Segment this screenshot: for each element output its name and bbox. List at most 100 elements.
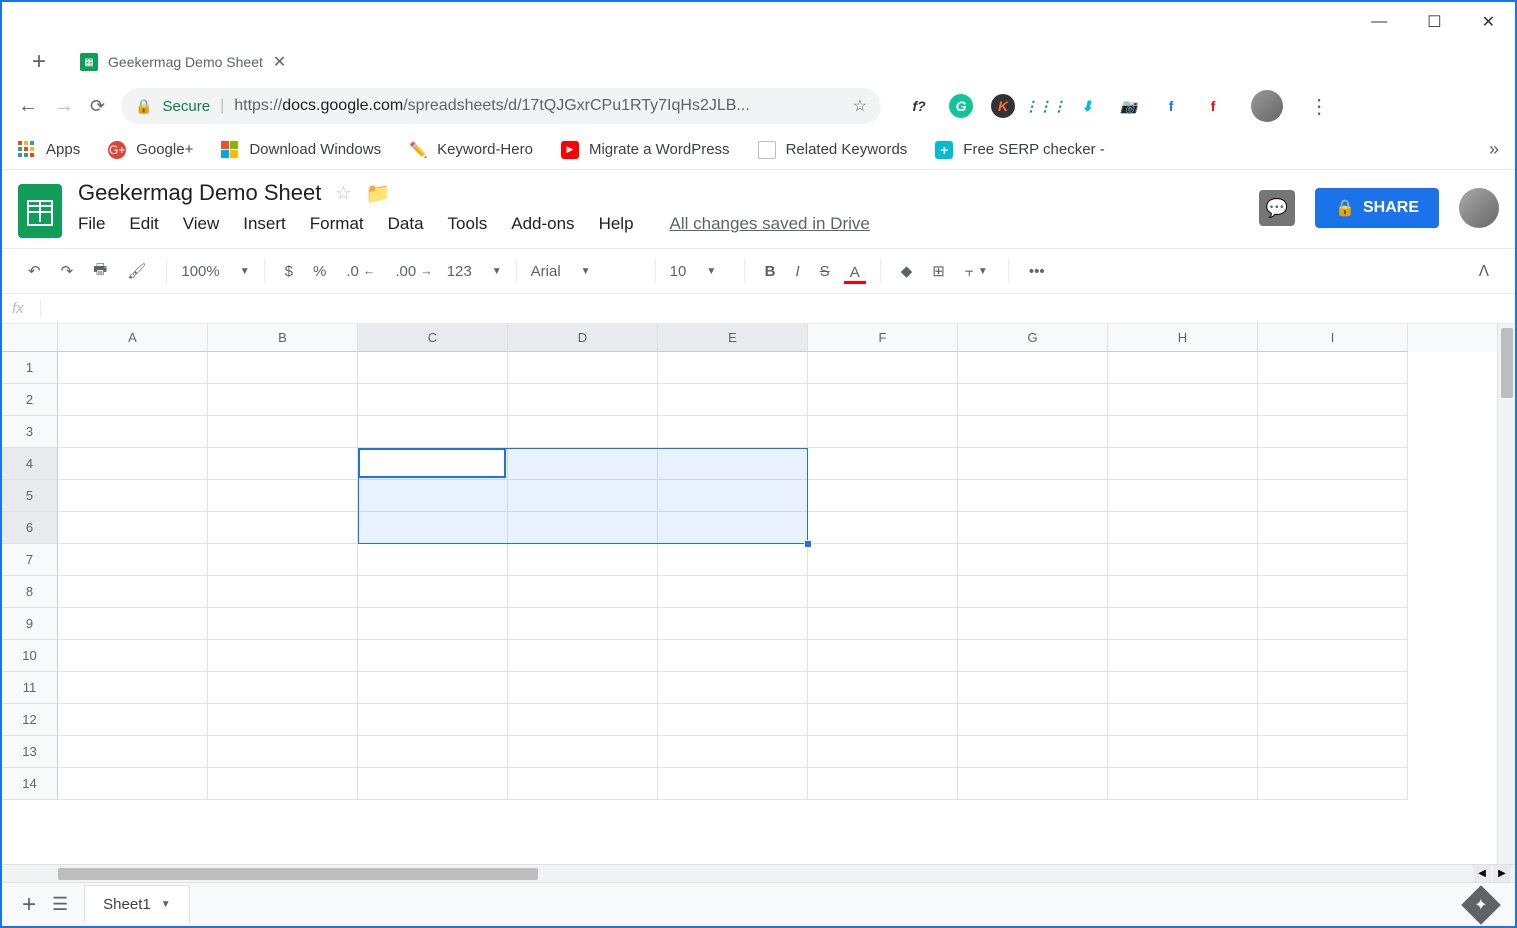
share-button[interactable]: 🔒 SHARE: [1315, 188, 1439, 228]
text-color-button[interactable]: A: [844, 258, 866, 284]
font-dropdown[interactable]: Arial ▼: [531, 263, 641, 280]
url-bar[interactable]: 🔒 Secure | https://docs.google.com/sprea…: [121, 88, 881, 124]
bookmark-related-keywords[interactable]: Related Keywords: [758, 141, 908, 159]
row-header-1[interactable]: 1: [2, 352, 58, 384]
browser-tab[interactable]: ▦ Geekermag Demo Sheet ✕: [66, 44, 300, 80]
menu-insert[interactable]: Insert: [243, 214, 286, 234]
row-header-6[interactable]: 6: [2, 512, 58, 544]
forward-button[interactable]: →: [54, 95, 74, 118]
scroll-left-button[interactable]: ◀: [1473, 865, 1491, 882]
bookmark-apps[interactable]: Apps: [18, 141, 80, 159]
download-extension-icon[interactable]: ⬇: [1075, 94, 1099, 118]
sheet-tab-1[interactable]: Sheet1 ▼: [84, 885, 189, 923]
currency-button[interactable]: $: [279, 257, 299, 286]
all-sheets-button[interactable]: ☰: [52, 894, 68, 915]
row-header-13[interactable]: 13: [2, 736, 58, 768]
number-format-dropdown[interactable]: 123 ▼: [447, 263, 502, 280]
bookmark-star-button[interactable]: ☆: [853, 96, 867, 116]
col-header-E[interactable]: E: [658, 324, 808, 352]
horizontal-scrollbar[interactable]: ◀ ▶: [2, 864, 1515, 882]
col-header-I[interactable]: I: [1258, 324, 1408, 352]
row-header-3[interactable]: 3: [2, 416, 58, 448]
col-header-D[interactable]: D: [508, 324, 658, 352]
horizontal-scroll-thumb[interactable]: [58, 868, 538, 880]
undo-button[interactable]: ↶: [22, 256, 47, 286]
row-header-10[interactable]: 10: [2, 640, 58, 672]
menu-format[interactable]: Format: [310, 214, 364, 234]
grammarly-extension-icon[interactable]: G: [949, 94, 973, 118]
zoom-dropdown[interactable]: 100% ▼: [181, 263, 249, 280]
whatfont-extension-icon[interactable]: f?: [907, 94, 931, 118]
document-title[interactable]: Geekermag Demo Sheet: [78, 180, 321, 206]
add-sheet-button[interactable]: +: [22, 891, 36, 919]
bookmark-migrate-wordpress[interactable]: ▶ Migrate a WordPress: [561, 141, 730, 159]
increase-decimal-button[interactable]: .00→: [389, 257, 438, 286]
collapse-toolbar-button[interactable]: ᐱ: [1473, 256, 1495, 286]
vertical-scroll-thumb[interactable]: [1501, 328, 1513, 398]
decrease-decimal-button[interactable]: .0←: [340, 257, 381, 286]
back-button[interactable]: ←: [18, 95, 38, 118]
formula-input[interactable]: [41, 300, 1505, 317]
row-header-4[interactable]: 4: [2, 448, 58, 480]
bookmarks-overflow-button[interactable]: »: [1489, 139, 1499, 160]
bookmark-keyword-hero[interactable]: ✏️ Keyword-Hero: [409, 141, 533, 159]
vertical-scrollbar[interactable]: [1497, 324, 1515, 864]
new-tab-button[interactable]: +: [22, 48, 56, 76]
italic-button[interactable]: I: [790, 257, 806, 286]
menu-tools[interactable]: Tools: [448, 214, 488, 234]
print-button[interactable]: 🖶: [87, 253, 113, 290]
maximize-button[interactable]: ☐: [1427, 12, 1441, 32]
row-header-7[interactable]: 7: [2, 544, 58, 576]
paint-format-button[interactable]: 🖌: [121, 256, 152, 286]
explore-button[interactable]: ✦: [1461, 885, 1501, 925]
menu-view[interactable]: View: [183, 214, 220, 234]
account-avatar[interactable]: [1459, 188, 1499, 228]
camera-extension-icon[interactable]: 📷: [1117, 94, 1141, 118]
borders-button[interactable]: ⊞: [926, 256, 951, 286]
row-header-9[interactable]: 9: [2, 608, 58, 640]
row-header-2[interactable]: 2: [2, 384, 58, 416]
menu-addons[interactable]: Add-ons: [511, 214, 574, 234]
red-f-extension-icon[interactable]: f: [1201, 94, 1225, 118]
col-header-G[interactable]: G: [958, 324, 1108, 352]
menu-data[interactable]: Data: [388, 214, 424, 234]
row-header-11[interactable]: 11: [2, 672, 58, 704]
redo-button[interactable]: ↷: [55, 256, 80, 286]
row-header-5[interactable]: 5: [2, 480, 58, 512]
fill-color-button[interactable]: ◆: [895, 256, 919, 286]
sheets-logo[interactable]: [18, 184, 62, 238]
select-all-corner[interactable]: [2, 324, 58, 352]
col-header-F[interactable]: F: [808, 324, 958, 352]
star-document-button[interactable]: ☆: [335, 183, 351, 204]
scroll-right-button[interactable]: ▶: [1493, 865, 1511, 882]
keywords-extension-icon[interactable]: K: [991, 94, 1015, 118]
dots-extension-icon[interactable]: ⋮⋮⋮: [1033, 94, 1057, 118]
col-header-H[interactable]: H: [1108, 324, 1258, 352]
row-header-14[interactable]: 14: [2, 768, 58, 800]
browser-menu-button[interactable]: ⋮: [1309, 94, 1329, 119]
reload-button[interactable]: ⟳: [90, 96, 105, 117]
more-toolbar-button[interactable]: •••: [1023, 257, 1051, 286]
menu-help[interactable]: Help: [599, 214, 634, 234]
bookmark-download-windows[interactable]: Download Windows: [221, 141, 381, 159]
col-header-B[interactable]: B: [208, 324, 358, 352]
col-header-C[interactable]: C: [358, 324, 508, 352]
merge-cells-button[interactable]: ⫟ ▼: [959, 257, 994, 286]
bookmark-serp-checker[interactable]: + Free SERP checker -: [935, 141, 1104, 159]
comments-button[interactable]: 💬: [1259, 190, 1295, 226]
strikethrough-button[interactable]: S: [814, 257, 836, 286]
bookmark-googleplus[interactable]: G+ Google+: [108, 141, 193, 159]
percent-button[interactable]: %: [307, 257, 332, 286]
save-status[interactable]: All changes saved in Drive: [670, 214, 870, 234]
facebook-extension-icon[interactable]: f: [1159, 94, 1183, 118]
bold-button[interactable]: B: [759, 257, 782, 286]
fontsize-dropdown[interactable]: 10 ▼: [670, 263, 730, 280]
menu-file[interactable]: File: [78, 214, 105, 234]
menu-edit[interactable]: Edit: [129, 214, 158, 234]
move-folder-button[interactable]: 📁: [365, 181, 390, 206]
tab-close-button[interactable]: ✕: [273, 52, 286, 72]
row-header-8[interactable]: 8: [2, 576, 58, 608]
minimize-button[interactable]: —: [1371, 13, 1387, 31]
col-header-A[interactable]: A: [58, 324, 208, 352]
row-header-12[interactable]: 12: [2, 704, 58, 736]
